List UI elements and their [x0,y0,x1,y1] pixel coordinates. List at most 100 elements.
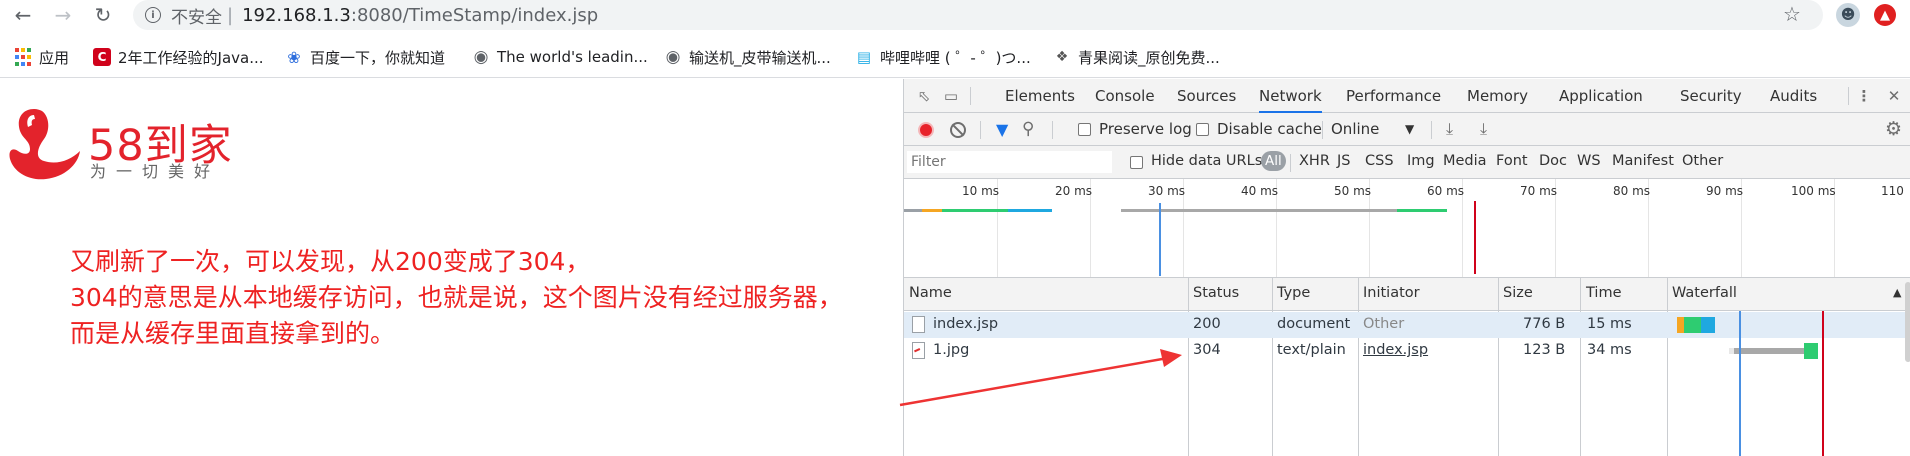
type-filter-font[interactable]: Font [1496,153,1528,169]
screenshot-root: ← → ↻ i 不安全 | 192.168.1.3 :8080/TimeStam… [0,0,1910,456]
load-event-line [1474,201,1476,274]
bookmark-java[interactable]: C 2年工作经验的Java... [93,46,264,68]
column-header-type[interactable]: Type [1277,285,1310,301]
column-header-status[interactable]: Status [1193,285,1239,301]
device-toolbar-icon[interactable]: ▭ [941,87,961,105]
bookmark-label: 青果阅读_原创免费... [1078,48,1220,67]
overview-tick: 30 ms [1148,184,1186,198]
tab-console[interactable]: Console [1095,79,1155,113]
overview-bar [1121,209,1397,212]
overview-tick: 40 ms [1241,184,1279,198]
export-har-icon[interactable]: ⤓ [1480,119,1487,139]
globe-icon: ◉ [473,47,489,67]
apps-icon [14,48,32,66]
throttling-select[interactable]: Online [1331,120,1379,138]
profile-avatar[interactable]: ☻ [1836,3,1860,27]
inspect-element-icon[interactable]: ⬁ [914,87,934,105]
overview-tick: 60 ms [1427,184,1465,198]
omnibox[interactable]: i 不安全 | 192.168.1.3 :8080/TimeStamp/inde… [133,0,1823,30]
column-divider [1498,278,1499,456]
forward-icon[interactable]: → [46,0,80,30]
tab-application[interactable]: Application [1559,79,1643,113]
fruit-icon: ❖ [1055,49,1069,65]
network-overview[interactable]: 10 ms 20 ms 30 ms 40 ms 50 ms 60 ms 70 m… [904,179,1910,278]
overview-tick: 20 ms [1055,184,1093,198]
note-line: 而是从缓存里面直接拿到的。 [70,319,396,348]
extension-icon[interactable]: ▲ [1874,4,1896,26]
cell-size: 123 B [1523,342,1566,358]
disable-cache-checkbox[interactable] [1196,123,1209,136]
table-row[interactable]: 1.jpg 304 text/plain index.jsp 123 B 34 … [904,338,1910,364]
import-har-icon[interactable]: ⤓ [1446,119,1453,139]
back-icon[interactable]: ← [6,0,40,30]
requests-table: Name Status Type Initiator Size Time Wat… [904,278,1910,456]
column-header-time[interactable]: Time [1586,285,1622,301]
type-filter-xhr[interactable]: XHR [1299,153,1330,169]
cell-time: 34 ms [1587,342,1632,358]
filter-icon[interactable]: ▼ [996,120,1008,139]
overview-bar [922,209,942,212]
bookmark-label: 哔哩哔哩 ( ゜- ゜)つ... [880,48,1031,67]
column-header-initiator[interactable]: Initiator [1363,285,1420,301]
disable-cache-label: Disable cache [1217,120,1322,138]
bookmark-label: 应用 [39,48,70,67]
preserve-log-checkbox[interactable] [1078,123,1091,136]
bookmark-conveyor[interactable]: ◉ 输送机_皮带输送机... [664,46,831,68]
hide-data-urls-label: Hide data URLs [1151,153,1263,169]
info-icon[interactable]: i [145,7,161,23]
scrollbar[interactable] [1905,282,1910,362]
overview-bar [1008,209,1052,212]
cell-type: text/plain [1277,342,1346,358]
hide-data-urls-checkbox[interactable] [1130,156,1143,169]
close-icon[interactable]: ✕ [1884,87,1904,105]
kebab-menu-icon[interactable]: ⋮ [1854,87,1874,105]
tab-elements[interactable]: Elements [1005,79,1075,113]
annotation-note: 又刷新了一次，可以发现，从200变成了304， 304的意思是从本地缓存访问，也… [70,244,843,352]
tab-network[interactable]: Network [1259,79,1322,113]
tab-sources[interactable]: Sources [1177,79,1236,113]
table-row[interactable]: index.jsp 200 document Other 776 B 15 ms [904,312,1910,338]
security-label: 不安全 [171,7,222,28]
search-icon[interactable]: ⚲ [1022,119,1034,139]
tab-audits[interactable]: Audits [1770,79,1817,113]
type-filter-manifest[interactable]: Manifest [1612,153,1674,169]
type-filter-doc[interactable]: Doc [1539,153,1567,169]
image-file-icon [912,342,925,359]
type-filter-ws[interactable]: WS [1577,153,1601,169]
cell-status: 200 [1193,316,1221,332]
preserve-log-label: Preserve log [1099,120,1192,138]
cell-initiator-link[interactable]: index.jsp [1363,342,1428,358]
tab-memory[interactable]: Memory [1467,79,1528,113]
filter-input[interactable] [907,151,1112,173]
bookmark-qingguo[interactable]: ❖ 青果阅读_原创免费... [1053,46,1220,68]
star-icon[interactable]: ☆ [1783,2,1801,26]
record-icon[interactable] [918,122,934,138]
overview-bar [942,209,1008,212]
bookmark-world[interactable]: ◉ The world's leadin... [472,46,648,68]
sort-ascending-icon: ▲ [1893,286,1902,299]
reload-icon[interactable]: ↻ [86,0,120,30]
devtools-panel: ⬁ ▭ Elements Console Sources Network Per… [903,79,1910,456]
bookmark-apps[interactable]: 应用 [14,46,69,68]
column-divider [1188,278,1189,456]
bookmark-baidu[interactable]: ❀ 百度一下，你就知道 [285,46,445,68]
column-header-size[interactable]: Size [1503,285,1533,301]
network-toolbar: ▼ ⚲ Preserve log Disable cache Online ▼ … [904,113,1910,146]
type-filter-other[interactable]: Other [1682,153,1723,169]
column-header-waterfall[interactable]: Waterfall [1672,285,1737,301]
type-filter-js[interactable]: JS [1337,153,1350,169]
note-line: 又刷新了一次，可以发现，从200变成了304， [70,247,591,276]
type-filter-media[interactable]: Media [1443,153,1487,169]
tab-security[interactable]: Security [1680,79,1742,113]
divider [1848,87,1849,105]
column-header-name[interactable]: Name [909,285,952,301]
tab-performance[interactable]: Performance [1346,79,1441,113]
bookmark-bilibili[interactable]: ▤ 哔哩哔哩 ( ゜- ゜)つ... [855,46,1031,68]
type-filter-all[interactable]: All [1261,151,1286,171]
gear-icon[interactable]: ⚙ [1885,118,1902,140]
type-filter-img[interactable]: Img [1407,153,1435,169]
dom-content-loaded-line [1159,203,1161,276]
type-filter-css[interactable]: CSS [1365,153,1394,169]
clear-icon[interactable] [950,122,966,138]
url-host: 192.168.1.3 [242,4,351,26]
